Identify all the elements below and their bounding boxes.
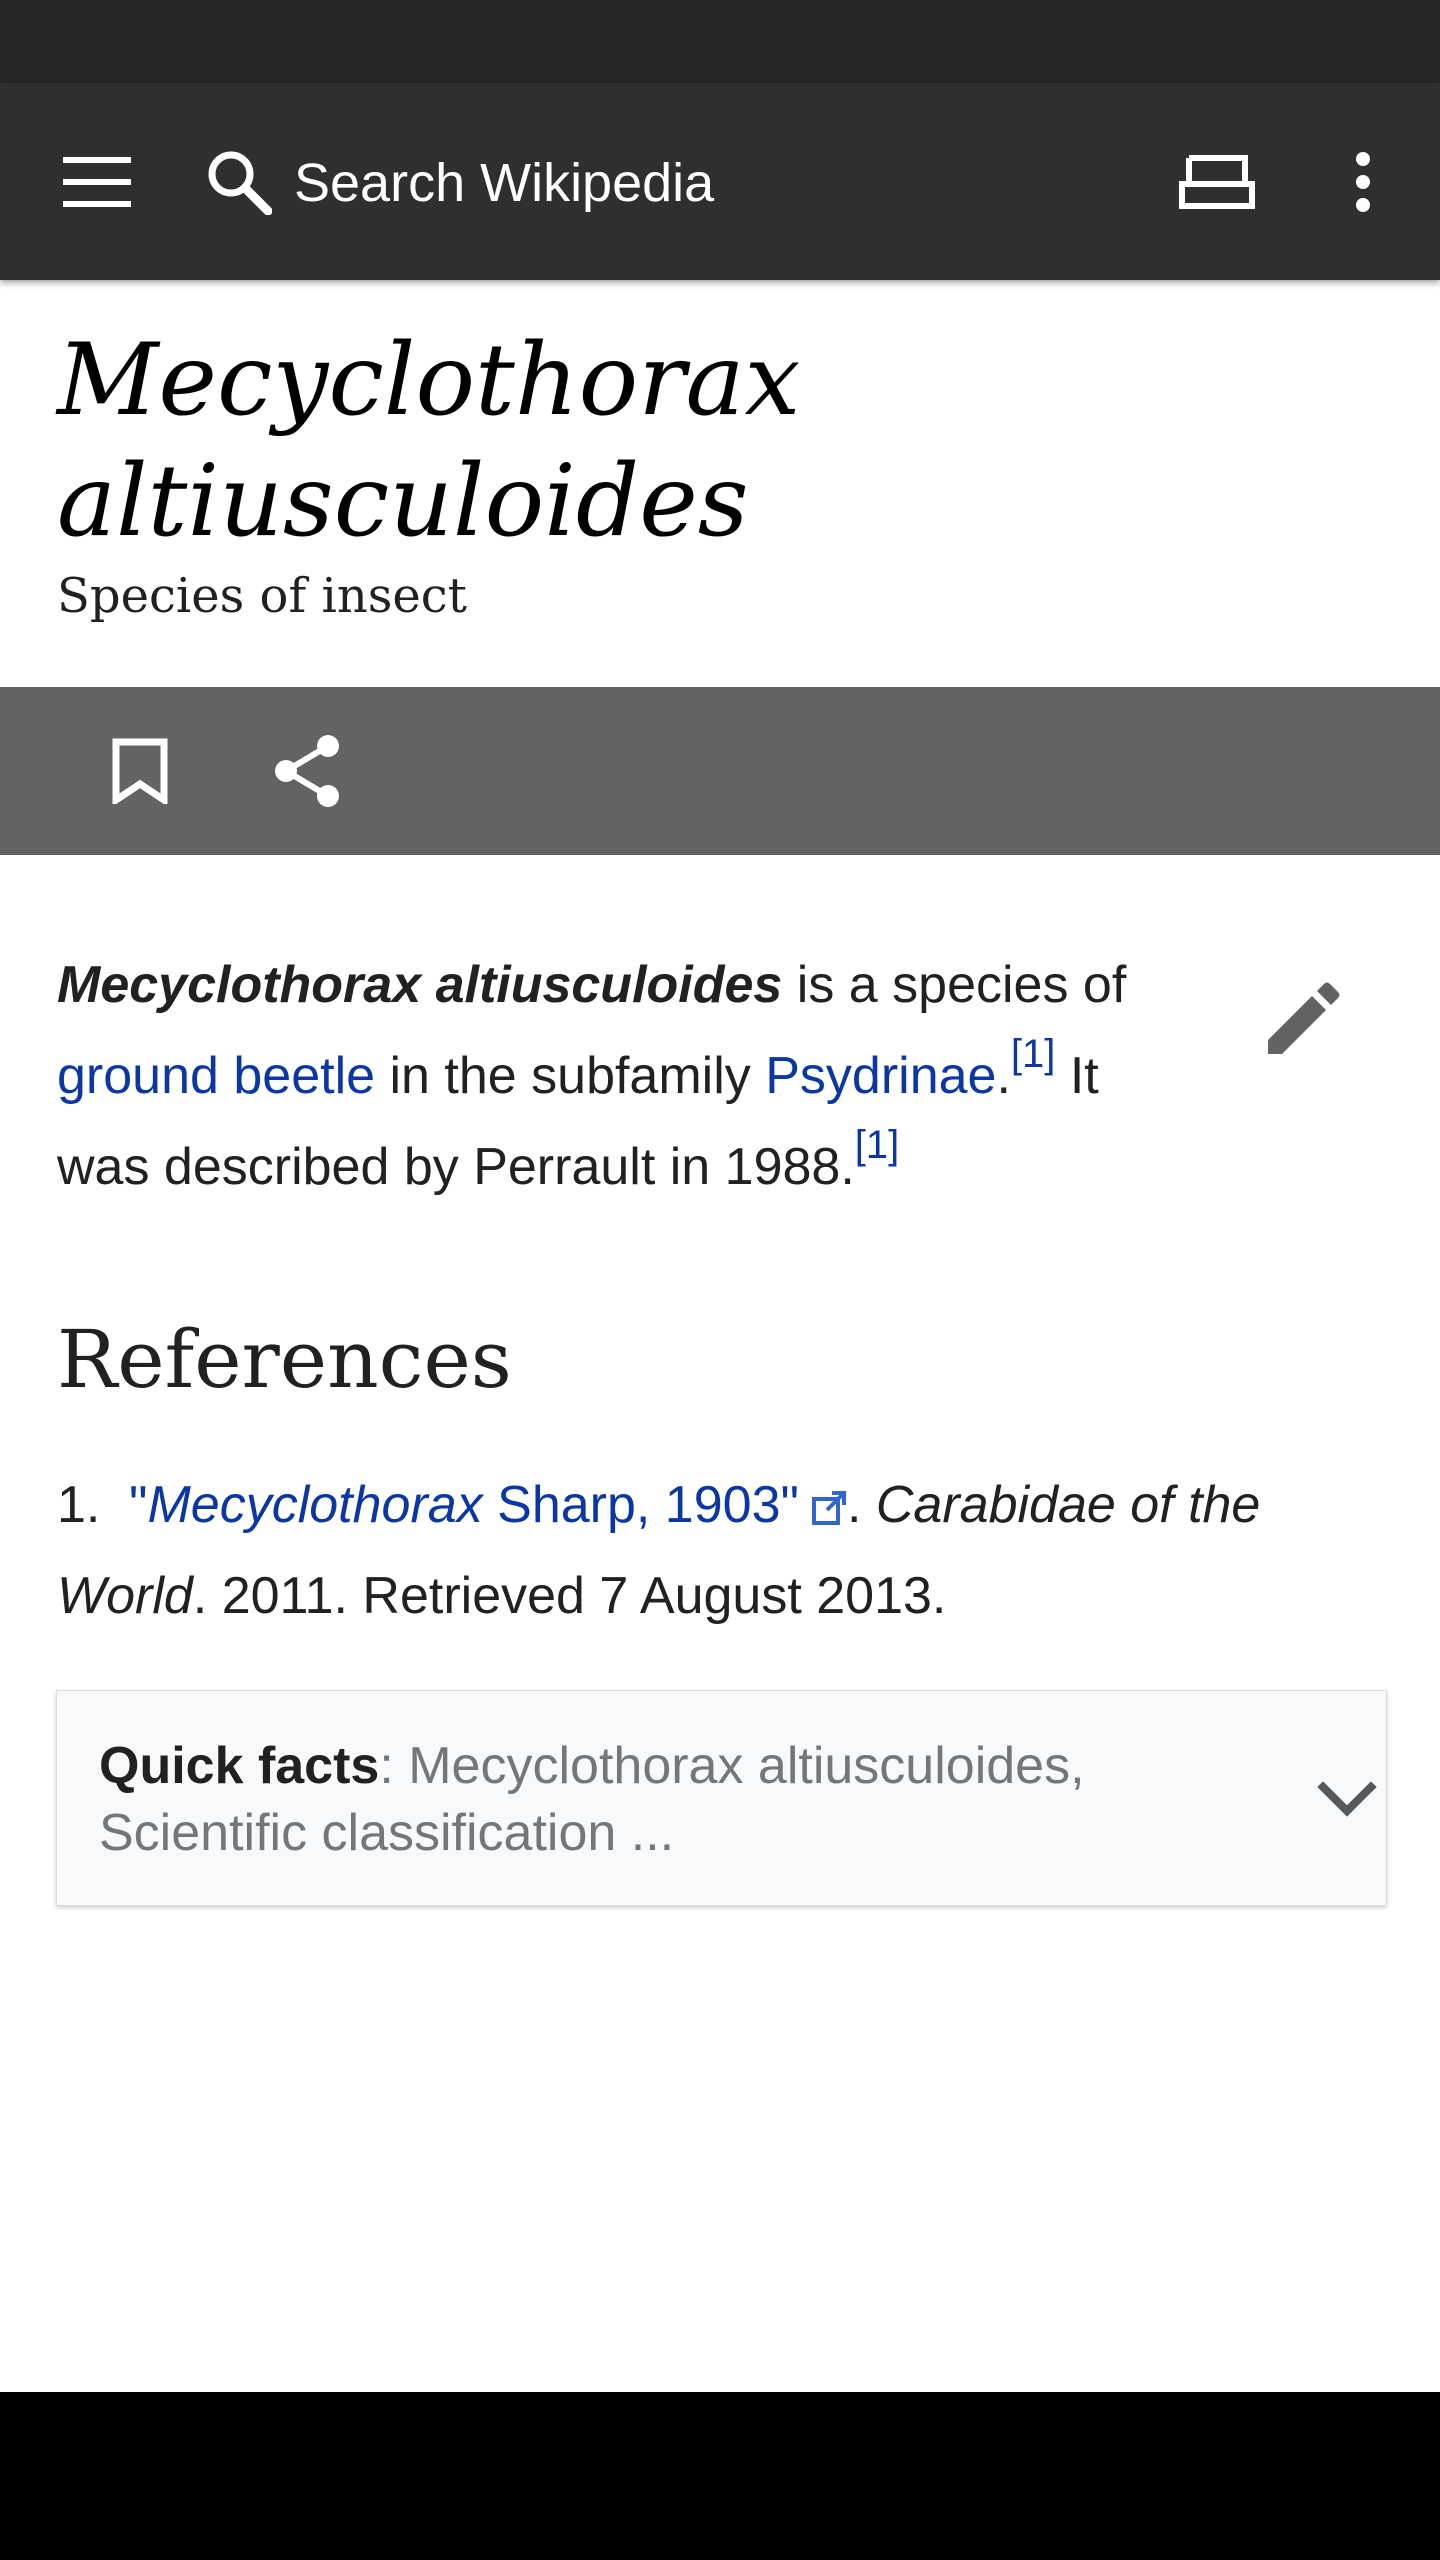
quick-facts-label: Quick facts [99, 1737, 380, 1795]
intro-text: is a species of [782, 956, 1127, 1014]
page-title-line-2: altiusculoides [57, 444, 749, 559]
link-ground-beetle[interactable]: ground beetle [57, 1047, 375, 1105]
share-button[interactable] [257, 721, 357, 821]
page-title: Mecyclothorax altiusculoides [57, 320, 1157, 562]
pencil-icon [1268, 982, 1340, 1054]
status-bar [0, 0, 1440, 83]
article-action-bar [0, 687, 1440, 855]
reference-link-italic: Mecyclothorax [147, 1476, 483, 1534]
article-subject: Mecyclothorax altiusculoides [57, 956, 783, 1014]
article-intro: Mecyclothorax altiusculoides is a specie… [57, 940, 1187, 1213]
reference-number: 1. [57, 1476, 101, 1534]
intro-text: . [996, 1047, 1011, 1105]
citation-link[interactable]: [1] [1011, 1032, 1055, 1076]
menu-button[interactable] [48, 133, 146, 231]
search-icon [208, 151, 272, 215]
reference-separator: . [846, 1476, 876, 1534]
quote-mark: " [129, 1476, 148, 1534]
chevron-down-icon [1317, 1781, 1377, 1817]
link-psydrinae[interactable]: Psydrinae [765, 1047, 996, 1105]
system-navigation-bar [0, 2392, 1440, 2560]
reference-link[interactable]: "Mecyclothorax Sharp, 1903" [129, 1476, 847, 1534]
reference-item: 1. "Mecyclothorax Sharp, 1903". Carabidae… [57, 1460, 1377, 1642]
expand-quick-facts-button[interactable] [1297, 1749, 1397, 1849]
quick-facts-text: Quick facts: Mecyclothorax altiusculoide… [99, 1733, 1199, 1867]
menu-icon [63, 157, 131, 207]
overflow-menu-button[interactable] [1314, 133, 1412, 231]
references-heading: References [57, 1313, 512, 1406]
quick-facts-panel[interactable]: Quick facts: Mecyclothorax altiusculoide… [56, 1690, 1387, 1906]
overflow-menu-icon [1356, 152, 1370, 212]
search-button[interactable] [190, 133, 288, 231]
reference-link-text: Sharp, 1903 [482, 1476, 781, 1534]
tabs-button[interactable] [1168, 133, 1266, 231]
quote-mark: " [780, 1476, 799, 1534]
intro-text: in the subfamily [375, 1047, 766, 1105]
share-icon [275, 735, 339, 807]
external-link-icon [811, 1491, 846, 1525]
page-title-line-1: Mecyclothorax [57, 323, 801, 438]
save-bookmark-button[interactable] [90, 721, 190, 821]
tabs-icon [1179, 155, 1255, 209]
page-description: Species of insect [57, 568, 467, 624]
reference-details: . 2011. Retrieved 7 August 2013. [192, 1567, 947, 1625]
top-toolbar: Search Wikipedia [0, 83, 1440, 280]
bookmark-icon [112, 738, 168, 804]
citation-link[interactable]: [1] [855, 1123, 899, 1167]
edit-section-button[interactable] [1252, 970, 1352, 1070]
search-input[interactable]: Search Wikipedia [294, 151, 714, 215]
article-header: Mecyclothorax altiusculoides Species of … [0, 280, 1440, 687]
